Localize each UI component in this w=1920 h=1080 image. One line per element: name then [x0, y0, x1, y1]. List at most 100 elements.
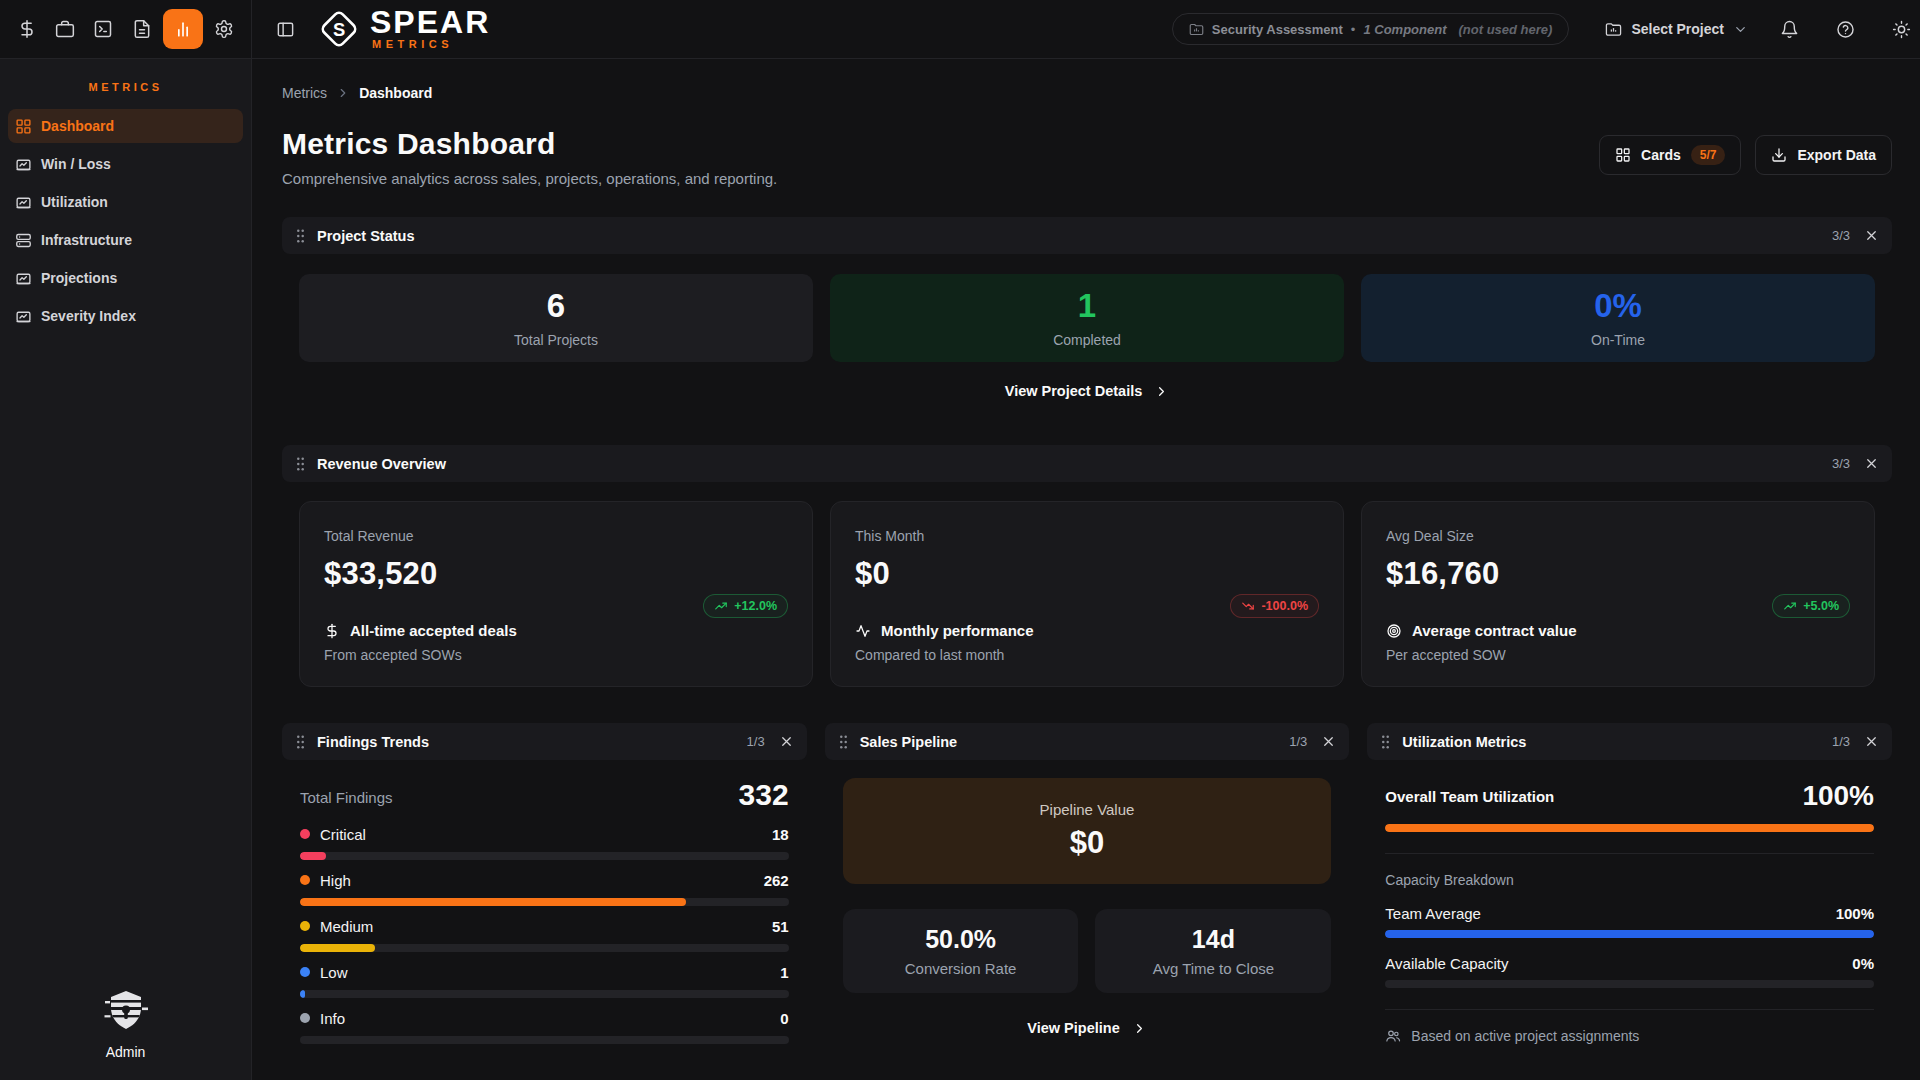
sales-pipeline-header: Sales Pipeline 1/3	[825, 723, 1350, 760]
breadcrumb-parent[interactable]: Metrics	[282, 85, 327, 101]
project-status-card: Project Status 3/3 6 Total Projects	[282, 217, 1892, 415]
dollar-icon[interactable]	[10, 12, 44, 46]
chevron-right-icon	[336, 86, 350, 100]
avg-deal-size-tile: Avg Deal Size $16,760 +5.0% Average cont…	[1361, 501, 1875, 687]
close-icon[interactable]	[1864, 456, 1879, 471]
tile-value: $33,520	[324, 556, 788, 592]
stat-value: 6	[547, 289, 565, 323]
folder-icon	[1605, 21, 1622, 38]
chevron-down-icon	[1733, 22, 1748, 37]
cards-button[interactable]: Cards 5/7	[1599, 135, 1741, 175]
sidebar-section-label: METRICS	[8, 81, 243, 93]
notifications-button[interactable]	[1774, 12, 1804, 46]
tile-value: $0	[855, 556, 1319, 592]
tile-label: Total Revenue	[324, 528, 788, 544]
card-title: Findings Trends	[317, 734, 429, 750]
terminal-icon[interactable]	[86, 12, 120, 46]
sidebar-item-win-loss[interactable]: Win / Loss	[8, 147, 243, 181]
sidebar-item-severity-index[interactable]: Severity Index	[8, 299, 243, 333]
progress-track	[300, 1036, 789, 1044]
view-project-details-link[interactable]: View Project Details	[299, 383, 1875, 399]
sidebar-item-utilization[interactable]: Utilization	[8, 185, 243, 219]
progress-track	[1385, 824, 1874, 832]
progress-track	[300, 852, 789, 860]
close-icon[interactable]	[1864, 734, 1879, 749]
export-data-button[interactable]: Export Data	[1755, 135, 1892, 175]
drag-handle-icon[interactable]	[838, 734, 849, 750]
file-icon[interactable]	[125, 12, 159, 46]
total-projects-stat: 6 Total Projects	[299, 274, 813, 362]
change-badge: +12.0%	[703, 594, 788, 618]
this-month-tile: This Month $0 -100.0% Monthly performanc…	[830, 501, 1344, 687]
sidebar-item-label: Projections	[41, 270, 117, 286]
findings-trends-header: Findings Trends 1/3	[282, 723, 807, 760]
card-counter: 1/3	[1832, 734, 1850, 749]
drag-handle-icon[interactable]	[295, 456, 306, 472]
help-button[interactable]	[1830, 12, 1860, 46]
bottom-cards-row: Findings Trends 1/3 Total Findings 332	[282, 723, 1892, 1044]
avg-time-to-close-tile: 14d Avg Time to Close	[1095, 909, 1331, 993]
breadcrumb: Metrics Dashboard	[282, 85, 1892, 101]
close-icon[interactable]	[1864, 228, 1879, 243]
close-icon[interactable]	[1321, 734, 1336, 749]
progress-track	[300, 990, 789, 998]
main-content: Metrics Dashboard Metrics Dashboard Comp…	[252, 59, 1920, 1080]
theme-toggle-button[interactable]	[1886, 12, 1916, 46]
download-icon	[1771, 147, 1787, 163]
context-project-name: Security Assessment	[1212, 22, 1343, 37]
trending-up-icon	[714, 599, 728, 613]
stat-value: 1	[1078, 289, 1096, 323]
project-context-pill[interactable]: Security Assessment • 1 Component (not u…	[1172, 13, 1570, 45]
progress-fill	[300, 944, 375, 952]
progress-track	[1385, 930, 1874, 938]
avatar[interactable]	[103, 987, 149, 1033]
total-findings-label: Total Findings	[300, 789, 393, 810]
chart-icon	[15, 194, 32, 211]
activity-icon	[855, 623, 871, 639]
briefcase-icon[interactable]	[48, 12, 82, 46]
conversion-rate-tile: 50.0% Conversion Rate	[843, 909, 1079, 993]
chevron-right-icon	[1132, 1021, 1147, 1036]
stat-value: 0%	[1594, 289, 1642, 323]
sidebar-item-infrastructure[interactable]: Infrastructure	[8, 223, 243, 257]
close-icon[interactable]	[779, 734, 794, 749]
chart-icon	[15, 270, 32, 287]
pipeline-value-tile: Pipeline Value $0	[843, 778, 1332, 884]
page-subtitle: Comprehensive analytics across sales, pr…	[282, 170, 777, 187]
capacity-breakdown-label: Capacity Breakdown	[1385, 872, 1874, 888]
grid-icon	[15, 118, 32, 135]
stat-label: Completed	[1053, 332, 1121, 348]
context-component: 1 Component	[1363, 22, 1446, 37]
gear-icon[interactable]	[207, 12, 241, 46]
progress-fill	[1385, 930, 1874, 938]
cards-count-badge: 5/7	[1691, 145, 1726, 165]
tile-line1: Monthly performance	[855, 622, 1319, 639]
tile-line1: Average contract value	[1386, 622, 1850, 639]
bar-chart-icon[interactable]	[163, 9, 203, 49]
progress-fill	[300, 990, 305, 998]
view-pipeline-link[interactable]: View Pipeline	[843, 1020, 1332, 1036]
sidebar-item-projections[interactable]: Projections	[8, 261, 243, 295]
select-project-dropdown[interactable]: Select Project	[1605, 21, 1748, 38]
panel-toggle-icon[interactable]	[268, 12, 302, 46]
context-separator: •	[1351, 22, 1356, 37]
card-counter: 3/3	[1832, 456, 1850, 471]
available-capacity-row: Available Capacity 0%	[1385, 955, 1874, 972]
drag-handle-icon[interactable]	[1380, 734, 1391, 750]
sidebar-item-label: Severity Index	[41, 308, 136, 324]
logo-title: SPEAR	[370, 8, 490, 37]
progress-fill	[300, 852, 326, 860]
trending-up-icon	[1783, 599, 1797, 613]
tile-line2: Per accepted SOW	[1386, 647, 1850, 663]
stat-label: On-Time	[1591, 332, 1645, 348]
sales-pipeline-body: Pipeline Value $0 50.0% Conversion Rate …	[825, 760, 1350, 1036]
tile-label: Avg Deal Size	[1386, 528, 1850, 544]
drag-handle-icon[interactable]	[295, 228, 306, 244]
folder-icon	[1189, 22, 1204, 37]
drag-handle-icon[interactable]	[295, 734, 306, 750]
app-shell: METRICS Dashboard Win / Loss Utilization…	[0, 59, 1920, 1080]
tile-line2: Compared to last month	[855, 647, 1319, 663]
sidebar-item-dashboard[interactable]: Dashboard	[8, 109, 243, 143]
overall-utilization-label: Overall Team Utilization	[1385, 788, 1554, 805]
utilization-footnote: Based on active project assignments	[1385, 1028, 1874, 1044]
